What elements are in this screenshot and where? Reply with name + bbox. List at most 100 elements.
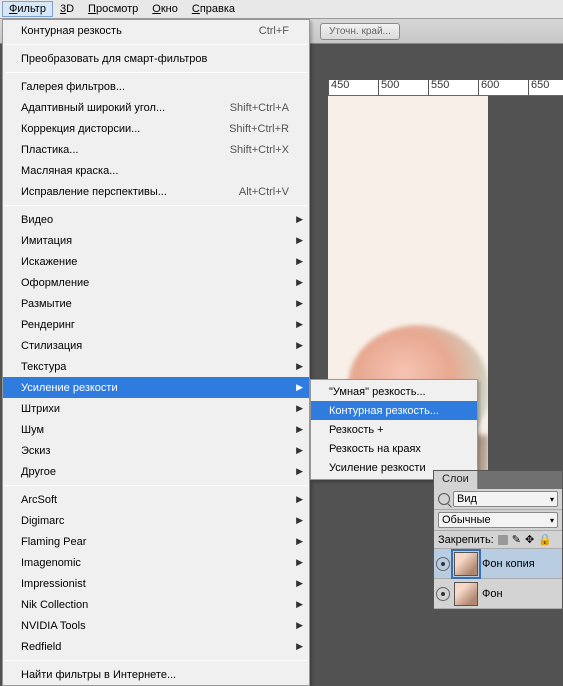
menu-cat-artistic[interactable]: Имитация ▶ — [3, 230, 309, 251]
menu-label: Пластика... — [21, 144, 78, 156]
menu-cat-noise[interactable]: Шум ▶ — [3, 419, 309, 440]
menu-oil-paint[interactable]: Масляная краска... — [3, 160, 309, 181]
chevron-right-icon: ▶ — [296, 382, 303, 393]
chevron-right-icon: ▶ — [296, 256, 303, 267]
filter-row: Вид▾ — [434, 489, 562, 510]
visibility-icon[interactable] — [436, 587, 450, 601]
brush-icon[interactable]: ✎ — [512, 533, 521, 546]
menubar-item-filter[interactable]: Фильтр — [2, 1, 53, 17]
menu-shortcut: Alt+Ctrl+V — [239, 186, 289, 198]
menu-cat-blur[interactable]: Размытие ▶ — [3, 293, 309, 314]
menu-cat-video[interactable]: Видео▶ — [3, 209, 309, 230]
chevron-right-icon: ▶ — [296, 340, 303, 351]
menu-label: Адаптивный широкий угол... — [21, 102, 165, 114]
menu-lens-correction[interactable]: Коррекция дисторсии... Shift+Ctrl+R — [3, 118, 309, 139]
refine-edge-button[interactable]: Уточн. край... — [320, 23, 400, 40]
menubar-item-view[interactable]: Просмотр — [81, 1, 145, 17]
menu-label: Резкость + — [329, 424, 384, 436]
menu-browse-online[interactable]: Найти фильтры в Интернете... — [3, 664, 309, 685]
menubar-item-window[interactable]: Окно — [145, 1, 185, 17]
visibility-icon[interactable] — [436, 557, 450, 571]
menu-plugin-redfield[interactable]: Redfield▶ — [3, 636, 309, 657]
chevron-right-icon: ▶ — [296, 466, 303, 477]
layer-row[interactable]: Фон — [434, 579, 562, 609]
tab-layers[interactable]: Слои — [434, 471, 478, 489]
submenu-smart-sharpen[interactable]: "Умная" резкость... — [311, 382, 477, 401]
menu-label: NVIDIA Tools — [21, 620, 86, 632]
layer-thumbnail[interactable] — [454, 552, 478, 576]
menu-label: Digimarc — [21, 515, 64, 527]
menu-vanishing-point[interactable]: Исправление перспективы... Alt+Ctrl+V — [3, 181, 309, 202]
lock-all-icon[interactable]: 🔒 — [538, 533, 552, 546]
chevron-right-icon: ▶ — [296, 424, 303, 435]
menu-cat-distort[interactable]: Искажение ▶ — [3, 251, 309, 272]
menu-plugin-flamingpear[interactable]: Flaming Pear▶ — [3, 531, 309, 552]
menu-cat-sharpen[interactable]: Усиление резкости▶ — [3, 377, 309, 398]
menu-filter-gallery[interactable]: Галерея фильтров... — [3, 76, 309, 97]
layer-row[interactable]: Фон копия — [434, 549, 562, 579]
menu-plugin-nikcollection[interactable]: Nik Collection ▶ — [3, 594, 309, 615]
menu-plugin-impressionist[interactable]: Impressionist▶ — [3, 573, 309, 594]
layer-thumbnail[interactable] — [454, 582, 478, 606]
chevron-right-icon: ▶ — [296, 536, 303, 547]
submenu-unsharp-mask[interactable]: Контурная резкость... — [311, 401, 477, 420]
menubar-item-3d[interactable]: 3D — [53, 1, 81, 17]
menu-label: Искажение — [21, 256, 77, 268]
menu-label: Шум — [21, 424, 44, 436]
chevron-right-icon: ▶ — [296, 599, 303, 610]
chevron-right-icon: ▶ — [296, 277, 303, 288]
chevron-right-icon: ▶ — [296, 403, 303, 414]
dropdown-value: Обычные — [442, 514, 491, 526]
submenu-sharpen-more[interactable]: Резкость + — [311, 420, 477, 439]
menu-label: Контурная резкость... — [329, 405, 439, 417]
panel-tabs: Слои — [434, 471, 562, 489]
menu-cat-stylize[interactable]: Стилизация▶ — [3, 335, 309, 356]
menu-plugin-imagenomic[interactable]: Imagenomic▶ — [3, 552, 309, 573]
search-icon[interactable] — [438, 493, 450, 505]
filter-menu: Контурная резкость Ctrl+F Преобразовать … — [2, 19, 310, 686]
menu-label: Nik Collection — [21, 599, 88, 611]
menu-adaptive-wide[interactable]: Адаптивный широкий угол...Shift+Ctrl+A — [3, 97, 309, 118]
layer-name: Фон копия — [482, 558, 535, 570]
menu-plugin-digimarc[interactable]: Digimarc▶ — [3, 510, 309, 531]
menu-label: Размытие — [21, 298, 72, 310]
menu-liquify[interactable]: Пластика... Shift+Ctrl+X — [3, 139, 309, 160]
submenu-sharpen-edges[interactable]: Резкость на краях — [311, 439, 477, 458]
layers-panel: Слои Вид▾ Обычные▾ Закрепить: ✎ ✥ 🔒 Фон … — [433, 470, 563, 610]
blend-mode-dropdown[interactable]: Обычные ▾ — [438, 512, 558, 528]
menu-convert-smart[interactable]: Преобразовать для смарт-фильтров — [3, 48, 309, 69]
filter-kind-dropdown[interactable]: Вид▾ — [453, 491, 558, 507]
menu-cat-sketch[interactable]: Эскиз▶ — [3, 440, 309, 461]
menu-separator — [5, 205, 307, 206]
menu-shortcut: Shift+Ctrl+X — [230, 144, 289, 156]
menu-label: Имитация — [21, 235, 72, 247]
menu-label: Impressionist — [21, 578, 86, 590]
chevron-right-icon: ▶ — [296, 298, 303, 309]
menu-label: Оформление — [21, 277, 89, 289]
sharpen-submenu: "Умная" резкость... Контурная резкость..… — [310, 379, 478, 480]
ruler-tick: 550 — [428, 80, 478, 96]
menu-separator — [5, 72, 307, 73]
horizontal-ruler: 450 500 550 600 650 — [328, 80, 563, 96]
menu-plugin-nvidia[interactable]: NVIDIA Tools▶ — [3, 615, 309, 636]
menu-plugin-arcsoft[interactable]: ArcSoft▶ — [3, 489, 309, 510]
layer-name: Фон — [482, 588, 503, 600]
lock-transparency-icon[interactable] — [498, 535, 508, 545]
move-icon[interactable]: ✥ — [525, 533, 534, 546]
menu-cat-texture[interactable]: Текстура▶ — [3, 356, 309, 377]
menu-cat-pixelate[interactable]: Оформление ▶ — [3, 272, 309, 293]
chevron-down-icon: ▾ — [550, 516, 554, 525]
menu-cat-render[interactable]: Рендеринг▶ — [3, 314, 309, 335]
dropdown-value: Вид — [457, 493, 477, 505]
menu-cat-other[interactable]: Другое▶ — [3, 461, 309, 482]
menu-cat-brushstrokes[interactable]: Штрихи ▶ — [3, 398, 309, 419]
menu-shortcut: Shift+Ctrl+R — [229, 123, 289, 135]
menu-last-filter[interactable]: Контурная резкость Ctrl+F — [3, 20, 309, 41]
menu-label: Redfield — [21, 641, 61, 653]
menu-label: Штрихи — [21, 403, 60, 415]
menu-label: Масляная краска... — [21, 165, 118, 177]
chevron-right-icon: ▶ — [296, 235, 303, 246]
menu-label: Коррекция дисторсии... — [21, 123, 140, 135]
menu-label: Исправление перспективы... — [21, 186, 167, 198]
menubar-item-help[interactable]: Справка — [185, 1, 242, 17]
